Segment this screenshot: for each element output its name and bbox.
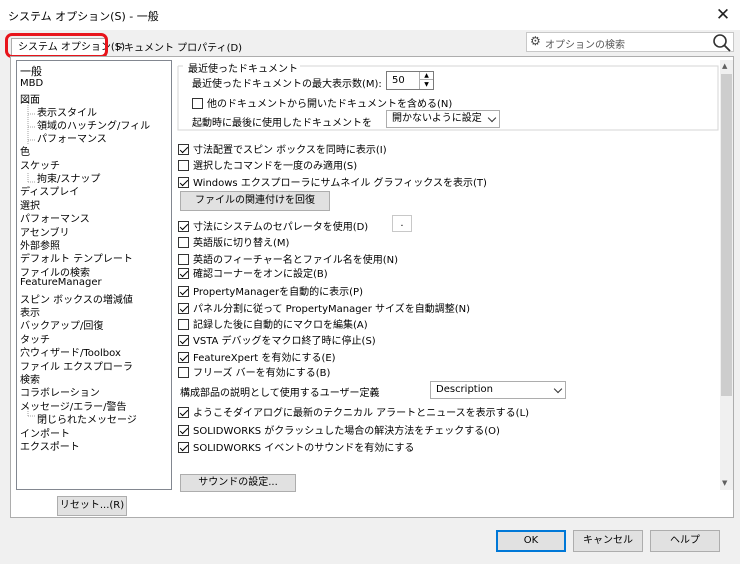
checkbox-checked-icon[interactable] xyxy=(178,335,189,346)
tree-item-export[interactable]: エクスポート xyxy=(20,438,80,453)
sound-settings-button[interactable]: サウンドの設定... xyxy=(180,474,296,492)
option-explorer-thumbnails[interactable]: Windows エクスプローラにサムネイル グラフィックスを表示(T) xyxy=(178,174,487,189)
chevron-down-icon xyxy=(553,384,563,394)
tree-item-hole-wizard-toolbox[interactable]: 穴ウィザード/Toolbox xyxy=(20,344,121,359)
option-system-separator[interactable]: 寸法にシステムのセパレータを使用(D) xyxy=(178,218,368,233)
checkbox-checked-icon[interactable] xyxy=(178,442,189,453)
tree-item-drawing-performance[interactable]: パフォーマンス xyxy=(37,130,107,145)
option-auto-size-propertymanager[interactable]: パネル分割に従って PropertyManager サイズを自動調整(N) xyxy=(178,300,470,315)
option-event-sounds[interactable]: SOLIDWORKS イベントのサウンドを有効にする xyxy=(178,439,414,454)
spin-down-icon[interactable]: ▼ xyxy=(419,80,433,89)
scrollbar-thumb[interactable] xyxy=(721,74,732,396)
help-button[interactable]: ヘルプ xyxy=(650,530,720,552)
search-icon[interactable] xyxy=(712,33,732,53)
startup-label: 起動時に最後に使用したドキュメントを xyxy=(192,118,372,129)
checkbox-checked-icon[interactable] xyxy=(178,425,189,436)
option-confirmation-corner[interactable]: 確認コーナーをオンに設定(B) xyxy=(178,265,328,280)
checkbox-checked-icon[interactable] xyxy=(178,177,189,188)
close-button[interactable]: ✕ xyxy=(708,2,738,28)
checkbox-checked-icon[interactable] xyxy=(178,286,189,297)
option-vsta-debug-stop[interactable]: VSTA デバッグをマクロ終了時に停止(S) xyxy=(178,332,376,347)
tree-item-general[interactable]: 一般 xyxy=(20,63,42,79)
reset-button[interactable]: リセット...(R) xyxy=(57,496,127,516)
checkbox-icon[interactable] xyxy=(178,160,189,171)
category-tree[interactable]: 一般 MBD 図面 表示スタイル 領域のハッチング/フィル パフォーマンス 色 … xyxy=(16,60,172,490)
restore-file-associations-button[interactable]: ファイルの関連付けを回復 xyxy=(180,191,330,211)
checkbox-checked-icon[interactable] xyxy=(178,303,189,314)
checkbox-checked-icon[interactable] xyxy=(178,352,189,363)
checkbox-checked-icon[interactable] xyxy=(178,144,189,155)
tree-item-backup-recover[interactable]: バックアップ/回復 xyxy=(20,317,103,332)
tab-highlight-annotation xyxy=(5,33,108,58)
checkbox-checked-icon[interactable] xyxy=(178,407,189,418)
option-single-command[interactable]: 選択したコマンドを一度のみ適用(S) xyxy=(178,157,357,172)
recent-max-value: 50 xyxy=(392,75,405,86)
include-other-docs-option[interactable]: 他のドキュメントから開いたドキュメントを含める(N) xyxy=(192,95,452,110)
ok-button[interactable]: OK xyxy=(496,530,566,552)
option-welcome-news[interactable]: ようこそダイアログに最新のテクニカル アラートとニュースを表示する(L) xyxy=(178,404,529,419)
option-english-ui[interactable]: 英語版に切り替え(M) xyxy=(178,234,289,249)
tree-item-default-templates[interactable]: デフォルト テンプレート xyxy=(20,250,133,265)
tree-item-mbd[interactable]: MBD xyxy=(20,78,43,89)
spin-up-icon[interactable]: ▲ xyxy=(419,72,433,80)
recent-max-spinbox[interactable]: 50 ▲ ▼ xyxy=(386,71,434,90)
checkbox-icon[interactable] xyxy=(178,367,189,378)
scroll-up-icon[interactable]: ▲ xyxy=(722,62,727,70)
option-crash-solutions[interactable]: SOLIDWORKS がクラッシュした場合の解決方法をチェックする(O) xyxy=(178,422,500,437)
option-featurexpert[interactable]: FeatureXpert を有効にする(E) xyxy=(178,349,336,364)
component-description-label: 構成部品の説明として使用するユーザー定義 xyxy=(180,388,380,399)
component-description-dropdown[interactable]: Description xyxy=(430,381,566,399)
tree-item-performance[interactable]: パフォーマンス xyxy=(20,210,90,225)
tree-item-collaboration[interactable]: コラボレーション xyxy=(20,384,100,399)
chevron-down-icon xyxy=(487,113,497,123)
checkbox-checked-icon[interactable] xyxy=(178,268,189,279)
tree-item-dismissed-messages[interactable]: 閉じられたメッセージ xyxy=(37,411,137,426)
scroll-down-icon[interactable]: ▼ xyxy=(722,479,727,487)
checkbox-icon[interactable] xyxy=(178,319,189,330)
option-spin-box-dimension[interactable]: 寸法配置でスピン ボックスを同時に表示(I) xyxy=(178,141,387,156)
option-auto-show-propertymanager[interactable]: PropertyManagerを自動的に表示(P) xyxy=(178,283,363,298)
option-english-feature-names[interactable]: 英語のフィーチャー名とファイル名を使用(N) xyxy=(178,251,398,266)
startup-dropdown[interactable]: 開かないように設定 xyxy=(386,110,500,128)
option-freeze-bar[interactable]: フリーズ バーを有効にする(B) xyxy=(178,364,330,379)
window-title: システム オプション(S) - 一般 xyxy=(8,10,159,23)
recent-max-label: 最近使ったドキュメントの最大表示数(M): xyxy=(192,79,382,90)
tree-item-featuremanager[interactable]: FeatureManager xyxy=(20,277,102,288)
checkbox-icon[interactable] xyxy=(178,237,189,248)
tree-item-display[interactable]: ディスプレイ xyxy=(20,183,79,198)
gear-icon: ⚙ xyxy=(530,34,541,48)
cancel-button[interactable]: キャンセル xyxy=(573,530,643,552)
tree-item-colors[interactable]: 色 xyxy=(20,143,30,158)
option-auto-edit-macro[interactable]: 記録した後に自動的にマクロを編集(A) xyxy=(178,316,368,331)
checkbox-icon[interactable] xyxy=(192,98,203,109)
checkbox-checked-icon[interactable] xyxy=(178,221,189,232)
separator-input[interactable]: . xyxy=(392,215,412,232)
recent-group-title: 最近使ったドキュメント xyxy=(186,60,300,75)
checkbox-icon[interactable] xyxy=(178,254,189,265)
search-placeholder: オプションの検索 xyxy=(545,40,625,51)
